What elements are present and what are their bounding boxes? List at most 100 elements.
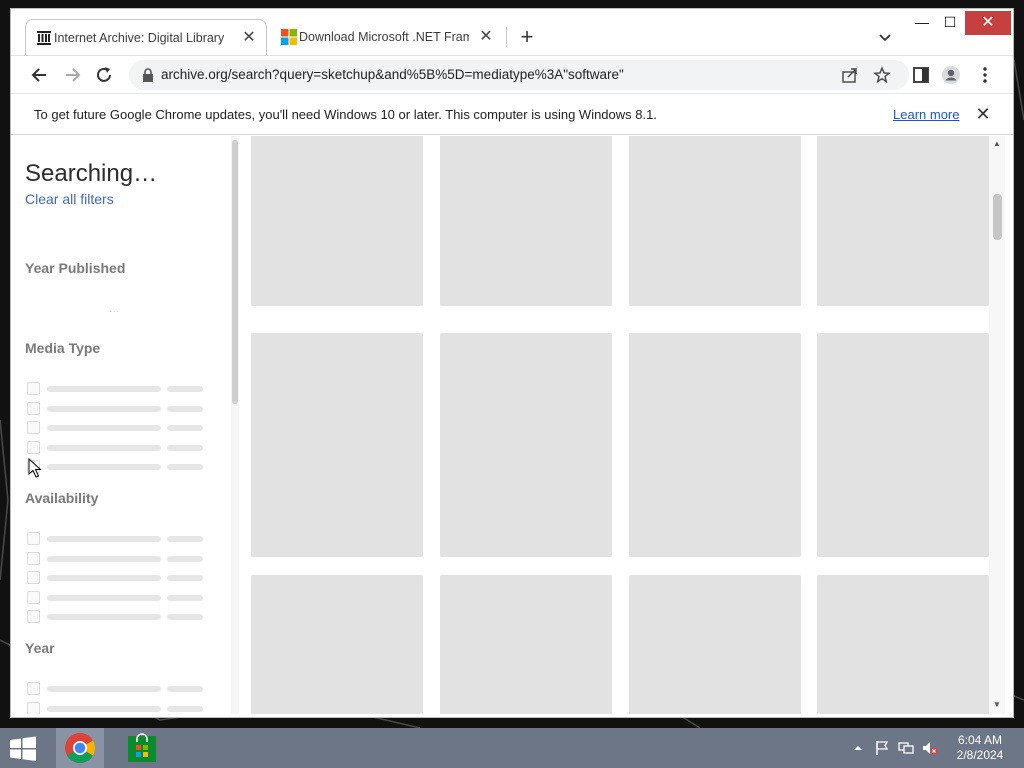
tab-title: Download Microsoft .NET Framework [299, 30, 469, 44]
side-panel-icon[interactable] [911, 65, 931, 85]
result-tile-placeholder [817, 136, 989, 306]
placeholder-count-bar [167, 425, 203, 431]
page-scrollbar[interactable]: ▲ ▼ [989, 136, 1005, 714]
facet-heading-year: Year [25, 640, 55, 656]
learn-more-link[interactable]: Learn more [893, 107, 959, 122]
bookmark-star-icon[interactable] [873, 66, 891, 84]
archive-icon [37, 31, 51, 45]
placeholder-label-bar [47, 444, 161, 451]
placeholder-checkbox [27, 610, 40, 623]
result-tile-placeholder [440, 136, 612, 306]
infobar-close-icon[interactable]: ✕ [973, 104, 993, 124]
placeholder-count-bar [167, 536, 203, 542]
tab-close-icon[interactable]: ✕ [240, 29, 258, 47]
placeholder-label-bar [47, 405, 161, 412]
placeholder-checkbox [27, 421, 40, 434]
placeholder-label-bar [47, 386, 161, 392]
placeholder-label-bar [47, 555, 161, 562]
update-infobar: To get future Google Chrome updates, you… [11, 93, 1013, 135]
result-tile-placeholder [817, 575, 989, 714]
result-tile-placeholder [251, 136, 423, 306]
share-icon[interactable] [841, 66, 859, 84]
placeholder-count-bar [167, 555, 203, 562]
reload-icon[interactable] [91, 62, 117, 88]
availability-placeholder-row [27, 551, 217, 565]
lock-icon[interactable] [141, 67, 155, 83]
facet-heading-year-published: Year Published [25, 260, 126, 276]
clock-time: 6:04 AM [957, 733, 1003, 747]
placeholder-checkbox [27, 590, 40, 604]
availability-placeholder-row [27, 532, 217, 545]
tab-search-chevron-icon[interactable] [875, 27, 895, 47]
kebab-menu-icon[interactable] [975, 65, 995, 85]
microsoft-icon [281, 29, 297, 45]
placeholder-label-bar [47, 614, 161, 620]
new-tab-plus-icon[interactable]: + [514, 25, 540, 51]
windows-start-icon[interactable] [8, 735, 38, 763]
tab-close-icon[interactable]: ✕ [477, 28, 495, 46]
placeholder-checkbox [27, 440, 40, 454]
mouse-cursor-icon [28, 458, 42, 478]
placeholder-count-bar [167, 705, 203, 712]
availability-placeholder-row [27, 610, 217, 623]
network-icon[interactable] [898, 740, 914, 756]
volume-muted-icon[interactable] [922, 740, 938, 756]
address-bar[interactable]: archive.org/search?query=sketchup&and%5B… [129, 60, 909, 90]
clear-all-filters-link[interactable]: Clear all filters [25, 191, 114, 207]
minimize-icon[interactable]: — [909, 11, 935, 35]
placeholder-count-bar [167, 614, 203, 620]
result-tile-placeholder [440, 575, 612, 714]
result-tile-placeholder [817, 333, 989, 557]
placeholder-checkbox [27, 682, 40, 695]
loading-dots: … [109, 304, 119, 315]
placeholder-label-bar [47, 536, 161, 542]
scroll-up-icon[interactable]: ▲ [992, 139, 1002, 149]
tab-internet-archive[interactable]: Internet Archive: Digital Library of Fre… [25, 19, 267, 55]
placeholder-count-bar [167, 386, 203, 392]
tab-strip: Internet Archive: Digital Library of Fre… [11, 9, 1013, 55]
forward-arrow-icon[interactable] [59, 62, 85, 88]
sidebar-scroll-thumb[interactable] [232, 140, 238, 404]
filter-sidebar: Searching… Clear all filters Year Publis… [19, 136, 231, 714]
placeholder-checkbox [27, 551, 40, 565]
tab-title: Internet Archive: Digital Library of Fre… [54, 30, 224, 45]
media-type-placeholder-row [27, 382, 217, 395]
media-type-placeholder-row [27, 440, 217, 454]
back-arrow-icon[interactable] [27, 62, 53, 88]
result-tile-placeholder [629, 575, 801, 714]
media-type-placeholder-row [27, 460, 217, 473]
placeholder-label-bar [47, 425, 161, 431]
taskbar-store-button[interactable] [118, 728, 166, 768]
sidebar-scrollbar[interactable] [231, 136, 239, 714]
taskbar-clock[interactable]: 6:04 AM 2/8/2024 [940, 733, 1020, 763]
taskbar-chrome-button[interactable] [56, 728, 104, 768]
placeholder-count-bar [167, 594, 203, 601]
action-center-flag-icon[interactable] [874, 740, 890, 756]
tray-chevron-up-icon[interactable] [850, 740, 866, 756]
tab-microsoft-dotnet[interactable]: Download Microsoft .NET Framework ✕ [271, 19, 503, 55]
year-placeholder-row [27, 682, 217, 695]
placeholder-checkbox [27, 701, 40, 714]
window-close-icon[interactable]: ✕ [965, 11, 1011, 35]
maximize-icon[interactable]: ☐ [937, 11, 963, 35]
taskbar: 6:04 AM 2/8/2024 [0, 728, 1024, 768]
result-tile-placeholder [440, 333, 612, 557]
result-tile-placeholder [251, 575, 423, 714]
media-type-placeholder-row [27, 421, 217, 434]
page-scroll-thumb[interactable] [993, 194, 1002, 240]
clock-date: 2/8/2024 [956, 748, 1004, 762]
availability-placeholder-row [27, 571, 217, 584]
placeholder-checkbox [27, 401, 40, 415]
store-icon [128, 733, 156, 762]
url-text[interactable]: archive.org/search?query=sketchup&and%5B… [161, 67, 624, 82]
profile-avatar-icon[interactable] [941, 65, 961, 85]
placeholder-checkbox [27, 571, 40, 584]
page-content: Searching… Clear all filters Year Publis… [19, 136, 1005, 714]
chrome-icon [65, 733, 96, 764]
placeholder-label-bar [47, 705, 161, 712]
result-tile-placeholder [629, 333, 801, 557]
placeholder-label-bar [47, 464, 161, 470]
year-placeholder-row [27, 701, 217, 714]
scroll-down-icon[interactable]: ▼ [992, 700, 1002, 710]
browser-toolbar: archive.org/search?query=sketchup&and%5B… [11, 55, 1013, 93]
